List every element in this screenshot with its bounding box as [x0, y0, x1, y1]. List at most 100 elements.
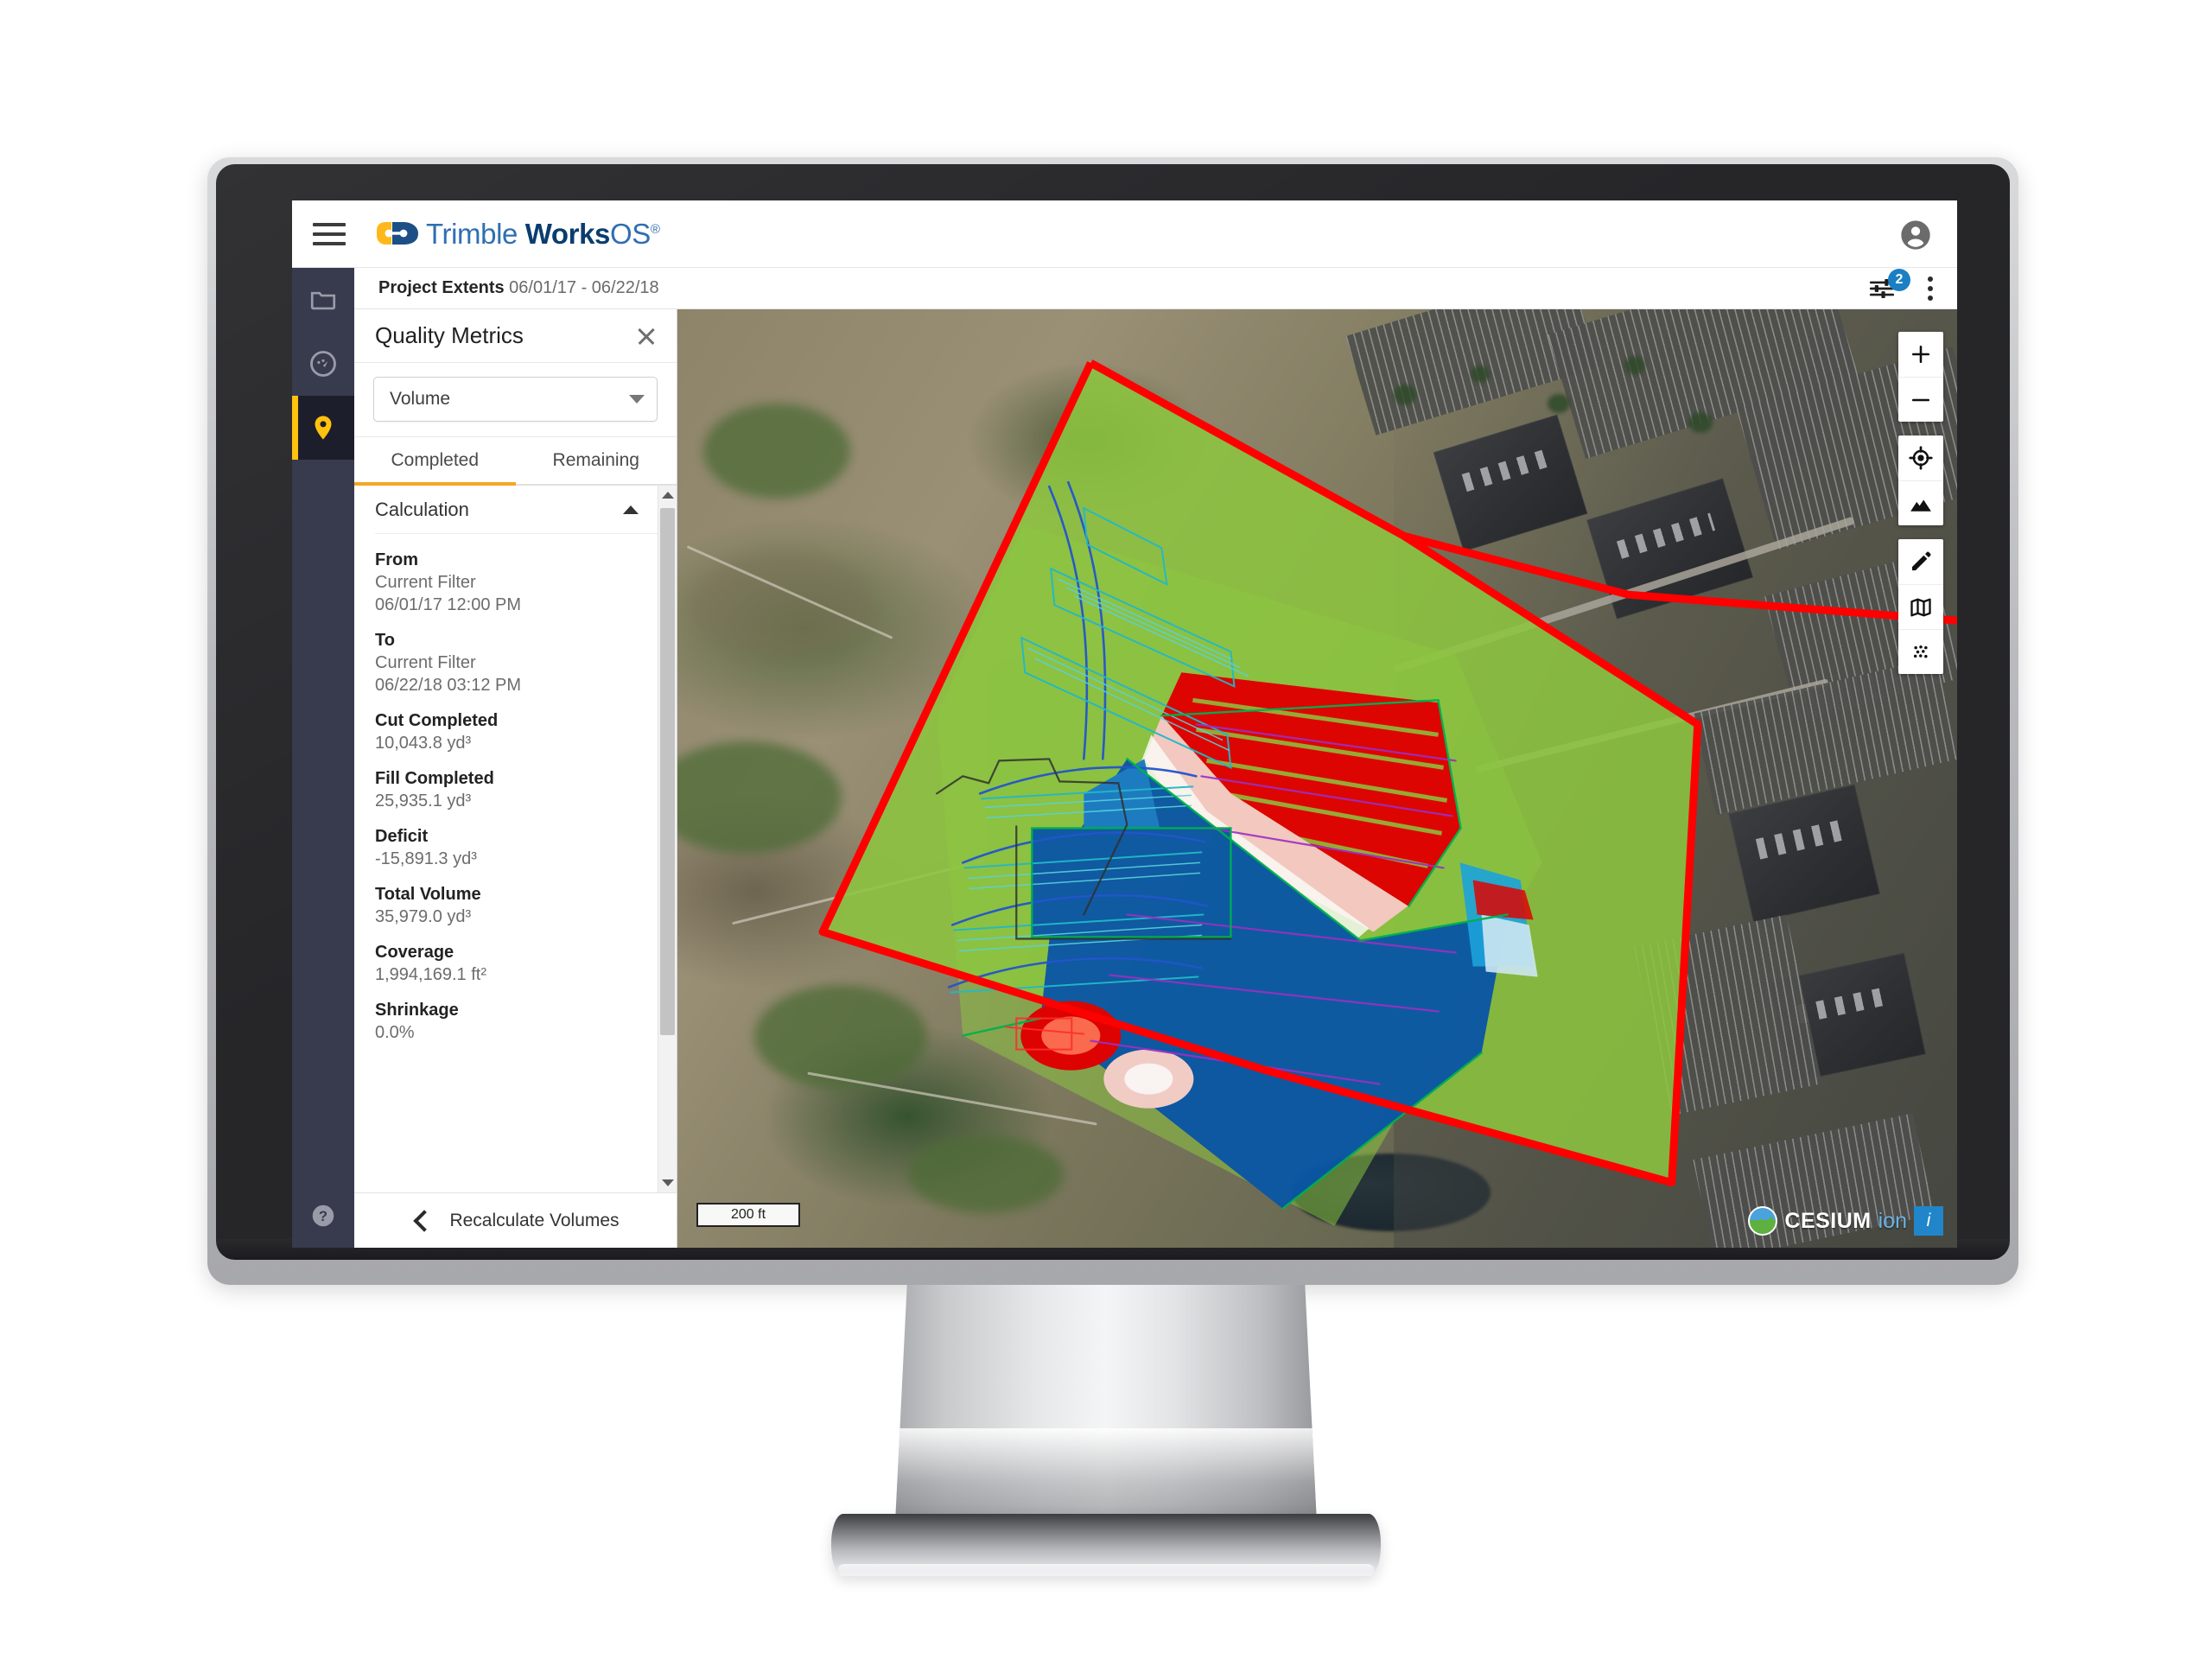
filter-sliders-icon[interactable]: 2 [1867, 269, 1910, 303]
monitor-scene: Trimble WorksOS® ? Project Extents 06/01… [0, 0, 2212, 1659]
panel-footer: Recalculate Volumes [354, 1192, 677, 1248]
pencil-icon[interactable] [1898, 539, 1943, 584]
map-toolbar [1898, 332, 1943, 674]
map-tools-group [1898, 539, 1943, 674]
metric-subtext: Current Filter [375, 653, 476, 672]
metric-rows: From Current Filter 06/01/17 12:00 PM To Cur… [375, 550, 658, 1044]
sidebar-item-dashboard[interactable] [292, 332, 354, 396]
scrollbar-thumb[interactable] [660, 508, 675, 1035]
metric-value: 06/01/17 12:00 PM [375, 595, 522, 614]
map-pin-icon [315, 416, 332, 440]
metric-value: 0.0% [375, 1023, 415, 1042]
cesium-attribution: CESIUM ion i [1748, 1206, 1943, 1236]
folder-icon [310, 291, 336, 310]
zoom-in-icon[interactable] [1898, 332, 1943, 377]
breadcrumb-project-name: Project Extents [378, 278, 505, 297]
brand-works-text: Works [524, 217, 611, 250]
metric-label: From [375, 550, 418, 569]
brand-name: Trimble WorksOS® [426, 218, 660, 251]
sidebar-item-help[interactable]: ? [292, 1184, 354, 1248]
hamburger-menu-icon[interactable] [311, 219, 347, 249]
map-zoom-group [1898, 332, 1943, 422]
content-column: Project Extents 06/01/17 - 06/22/18 2 Qu… [354, 268, 1957, 1248]
tab-remaining[interactable]: Remaining [516, 437, 677, 484]
cesium-product: ion [1878, 1208, 1907, 1233]
calculation-section-label: Calculation [375, 498, 469, 520]
calculation-section-header[interactable]: Calculation [375, 486, 658, 534]
metrics-scrollbar[interactable] [658, 486, 677, 1192]
metric-value: -15,891.3 yd³ [375, 849, 477, 868]
filter-count-badge: 2 [1888, 269, 1910, 291]
app-body: ? Project Extents 06/01/17 - 06/22/18 2 … [292, 268, 1957, 1248]
metric-label: Fill Completed [375, 769, 494, 788]
metric-row: From Current Filter 06/01/17 12:00 PM [375, 550, 658, 616]
breadcrumb-bar: Project Extents 06/01/17 - 06/22/18 2 [354, 268, 1957, 309]
chevron-up-icon [623, 505, 639, 514]
recalculate-volumes-button[interactable]: Recalculate Volumes [449, 1211, 619, 1231]
close-icon[interactable] [633, 323, 659, 349]
metric-value: 10,043.8 yd³ [375, 734, 472, 753]
metric-label: Shrinkage [375, 1001, 459, 1020]
scroll-down-arrow-icon[interactable] [658, 1173, 677, 1192]
metric-label: Deficit [375, 827, 429, 846]
metric-label: Coverage [375, 943, 454, 962]
cesium-info-button[interactable]: i [1914, 1206, 1943, 1236]
account-circle-icon[interactable] [1898, 218, 1933, 252]
left-nav-rail: ? [292, 268, 354, 1248]
map-view-group [1898, 435, 1943, 525]
map-viewport[interactable]: 200 ft CESIUM ion i [677, 309, 1957, 1248]
sidebar-item-map-locations[interactable] [292, 396, 354, 460]
breadcrumb-date-range: 06/01/17 - 06/22/18 [504, 278, 659, 297]
metrics-scroll-region: Calculation From Current Filter 06/01/17 1… [354, 486, 677, 1192]
svg-text:?: ? [319, 1208, 327, 1224]
map-vector-overlay [818, 359, 1957, 1226]
quality-metrics-panel: Quality Metrics Volume Completed Remaini [354, 309, 677, 1248]
metric-value: 25,935.1 yd³ [375, 791, 472, 810]
map-folded-icon[interactable] [1898, 584, 1943, 629]
metric-row: Total Volume 35,979.0 yd³ [375, 884, 658, 928]
metric-label: Total Volume [375, 885, 481, 904]
main-row: Quality Metrics Volume Completed Remaini [354, 309, 1957, 1248]
brand-trademark: ® [650, 221, 660, 237]
brand-os-text: OS [610, 217, 651, 250]
brand-logo-group: Trimble WorksOS® [375, 218, 660, 251]
application-screen: Trimble WorksOS® ? Project Extents 06/01… [292, 200, 1957, 1248]
metric-select-wrapper: Volume [354, 363, 677, 437]
metric-type-select[interactable]: Volume [373, 377, 658, 422]
monitor-stand-base [831, 1514, 1381, 1576]
metric-row: To Current Filter 06/22/18 03:12 PM [375, 630, 658, 696]
metric-label: Cut Completed [375, 711, 499, 730]
chevron-down-icon [629, 395, 645, 404]
metric-row: Shrinkage 0.0% [375, 1000, 658, 1044]
metrics-list: Calculation From Current Filter 06/01/17 1… [354, 486, 658, 1192]
metric-value: 06/22/18 03:12 PM [375, 676, 522, 695]
gauge-icon [310, 351, 336, 377]
crosshair-target-icon[interactable] [1898, 435, 1943, 480]
panel-header: Quality Metrics [354, 309, 677, 363]
more-vertical-icon[interactable] [1919, 274, 1942, 303]
map-scale-bar: 200 ft [696, 1203, 800, 1227]
metric-label: To [375, 631, 395, 650]
monitor-stand-neck [894, 1285, 1318, 1541]
help-circle-icon: ? [312, 1205, 334, 1227]
breadcrumb: Project Extents 06/01/17 - 06/22/18 [378, 278, 659, 298]
tab-completed[interactable]: Completed [354, 437, 516, 486]
breadcrumb-tools: 2 [1867, 268, 1942, 309]
zoom-out-icon[interactable] [1898, 377, 1943, 422]
dots-pattern-icon[interactable] [1898, 629, 1943, 674]
trimble-logo-icon [375, 218, 420, 251]
chevron-left-icon[interactable] [411, 1211, 430, 1230]
scroll-up-arrow-icon[interactable] [658, 486, 677, 505]
metric-value: 35,979.0 yd³ [375, 907, 472, 926]
cesium-globe-icon [1748, 1206, 1778, 1236]
metric-subtext: Current Filter [375, 573, 476, 592]
metric-row: Coverage 1,994,169.1 ft² [375, 942, 658, 986]
metric-row: Deficit -15,891.3 yd³ [375, 826, 658, 870]
terrain-mountains-icon[interactable] [1898, 480, 1943, 525]
app-header: Trimble WorksOS® [292, 200, 1957, 268]
metric-value: 1,994,169.1 ft² [375, 965, 486, 984]
sidebar-item-projects[interactable] [292, 268, 354, 332]
brand-trimble-text: Trimble [426, 217, 525, 250]
panel-tabs: Completed Remaining [354, 437, 677, 486]
metric-row: Fill Completed 25,935.1 yd³ [375, 768, 658, 812]
